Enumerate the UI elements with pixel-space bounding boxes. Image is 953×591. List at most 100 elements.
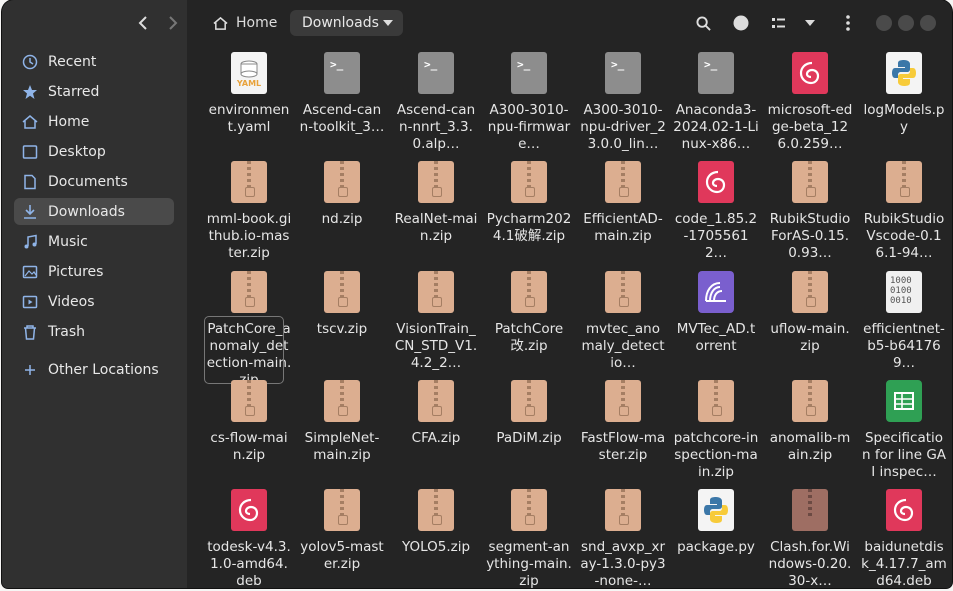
file-item[interactable]: microsoft-edge-beta_126.0.259… <box>767 52 853 153</box>
sidebar-item-label: Other Locations <box>48 361 159 378</box>
breadcrumb-current-label: Downloads <box>302 15 379 31</box>
search-button[interactable] <box>692 12 714 34</box>
chevron-down-icon <box>383 20 393 26</box>
file-item[interactable]: PatchCore_anomaly_detection-main.zip <box>204 271 292 389</box>
view-toggle-button[interactable] <box>730 12 752 34</box>
file-item[interactable]: Pycharm2024.1破解.zip <box>486 161 572 245</box>
file-item[interactable]: yolov5-master.zip <box>299 489 385 573</box>
maximize-button[interactable] <box>898 15 914 31</box>
zip-archive-icon <box>792 161 828 203</box>
sidebar-item-music[interactable]: Music <box>14 228 174 255</box>
file-item[interactable]: YAML environment.yaml <box>206 52 292 136</box>
file-item[interactable]: YOLO5.zip <box>393 489 479 556</box>
file-item[interactable]: patchcore-inspection-main.zip <box>673 380 759 481</box>
file-item[interactable]: package.py <box>673 489 759 556</box>
view-options-button[interactable] <box>799 12 821 34</box>
file-item[interactable]: EfficientAD-main.zip <box>580 161 666 245</box>
menu-button[interactable] <box>837 12 859 34</box>
zip-archive-icon <box>511 161 547 203</box>
file-item[interactable]: RubikStudioVscode-0.16.1-94… <box>861 161 947 262</box>
minimize-button[interactable] <box>876 15 892 31</box>
list-view-button[interactable] <box>768 12 790 34</box>
file-item[interactable]: MVTec_AD.torrent <box>673 271 759 355</box>
file-item[interactable]: uflow-main.zip <box>767 271 853 355</box>
file-item[interactable]: segment-anything-main.zip <box>486 489 572 588</box>
sidebar-item-desktop[interactable]: Desktop <box>14 138 174 165</box>
file-item[interactable]: RealNet-main.zip <box>393 161 479 245</box>
music-icon <box>20 232 40 252</box>
sidebar-item-other-locations[interactable]: Other Locations <box>14 356 174 383</box>
archive-icon <box>792 489 828 531</box>
file-item[interactable]: VisionTrain_CN_STD_V1.4.2_2… <box>393 271 479 372</box>
file-item[interactable]: Clash.for.Windows-0.20.30-x… <box>767 489 853 588</box>
executable-script-icon: >_ <box>324 52 360 94</box>
file-item[interactable]: >_ A300-3010-npu-driver_23.0.0_lin… <box>580 52 666 153</box>
file-name: uflow-main.zip <box>770 321 850 354</box>
document-icon <box>20 172 40 192</box>
breadcrumb-home-label: Home <box>236 15 278 31</box>
file-item[interactable]: Specification for line GAI inspec… <box>861 380 947 481</box>
sidebar-item-starred[interactable]: Starred <box>14 78 174 105</box>
file-item[interactable]: mml-book.github.io-master.zip <box>206 161 292 262</box>
file-item[interactable]: snd_avxp_xray-1.3.0-py3-none-… <box>580 489 666 588</box>
file-item[interactable]: PatchCore改.zip <box>486 271 572 355</box>
desktop-icon <box>20 142 40 162</box>
file-name: VisionTrain_CN_STD_V1.4.2_2… <box>394 321 478 371</box>
executable-script-icon: >_ <box>698 52 734 94</box>
sidebar-item-recent[interactable]: Recent <box>14 48 174 75</box>
file-name: mml-book.github.io-master.zip <box>206 211 292 261</box>
file-item[interactable]: cs-flow-main.zip <box>206 380 292 464</box>
file-name: SimpleNet-main.zip <box>304 430 380 463</box>
file-item[interactable]: nd.zip <box>299 161 385 228</box>
file-name: A300-3010-npu-firmware… <box>487 102 571 152</box>
sidebar-item-documents[interactable]: Documents <box>14 168 174 195</box>
file-name: RealNet-main.zip <box>394 211 478 244</box>
file-item[interactable]: SimpleNet-main.zip <box>299 380 385 464</box>
star-icon <box>20 82 40 102</box>
file-name: patchcore-inspection-main.zip <box>673 430 759 480</box>
file-item[interactable]: 1000 0100 0010 efficientnet-b5-b641769… <box>861 271 947 372</box>
file-name: PaDiM.zip <box>496 430 562 446</box>
breadcrumb-home[interactable]: Home <box>213 11 277 35</box>
sidebar-item-trash[interactable]: Trash <box>14 318 174 345</box>
sidebar-header <box>2 0 187 45</box>
file-item[interactable]: >_ A300-3010-npu-firmware… <box>486 52 572 153</box>
file-item[interactable]: logModels.py <box>861 52 947 136</box>
debian-package-icon <box>231 489 267 531</box>
file-name: efficientnet-b5-b641769… <box>863 321 945 371</box>
file-name: baidunetdisk_4.17.7_amd64.deb <box>861 539 947 588</box>
zip-archive-icon <box>698 380 734 422</box>
file-item[interactable]: todesk-v4.3.1.0-amd64.deb <box>206 489 292 588</box>
file-item[interactable]: CFA.zip <box>393 380 479 447</box>
file-item[interactable]: FastFlow-master.zip <box>580 380 666 464</box>
file-item[interactable]: RubikStudioForAS-0.15.0.93… <box>767 161 853 262</box>
file-grid: YAML environment.yaml >_ Ascend-cann-toolki… <box>187 45 952 588</box>
file-item[interactable]: >_ Anaconda3-2024.02-1-Linux-x86… <box>673 52 759 153</box>
file-item[interactable]: anomalib-main.zip <box>767 380 853 464</box>
sidebar-item-home[interactable]: Home <box>14 108 174 135</box>
sidebar-item-downloads[interactable]: Downloads <box>14 198 174 225</box>
executable-script-icon: >_ <box>605 52 641 94</box>
file-item[interactable]: >_ Ascend-cann-nnrt_3.3.0.alp… <box>393 52 479 153</box>
file-name: CFA.zip <box>411 430 461 446</box>
zip-archive-icon <box>418 489 454 531</box>
close-button[interactable] <box>920 15 936 31</box>
sidebar: Recent Starred Home Desktop Documents Do… <box>2 0 187 588</box>
breadcrumb-current[interactable]: Downloads <box>290 10 403 36</box>
kebab-menu-icon <box>846 15 850 31</box>
back-button[interactable] <box>132 12 154 34</box>
sidebar-item-videos[interactable]: Videos <box>14 288 174 315</box>
file-item[interactable]: >_ Ascend-cann-toolkit_3… <box>299 52 385 136</box>
file-item[interactable]: tscv.zip <box>299 271 385 338</box>
zip-archive-icon <box>605 271 641 313</box>
zip-archive-icon <box>886 161 922 203</box>
picture-icon <box>20 262 40 282</box>
torrent-icon <box>698 271 734 313</box>
file-item[interactable]: code_1.85.2-17055612… <box>673 161 759 262</box>
file-item[interactable]: PaDiM.zip <box>486 380 572 447</box>
file-item[interactable]: mvtec_anomaly_detectio… <box>580 271 666 372</box>
sidebar-item-pictures[interactable]: Pictures <box>14 258 174 285</box>
file-item[interactable]: baidunetdisk_4.17.7_amd64.deb <box>861 489 947 588</box>
forward-button[interactable] <box>162 12 184 34</box>
file-name: tscv.zip <box>316 321 368 337</box>
